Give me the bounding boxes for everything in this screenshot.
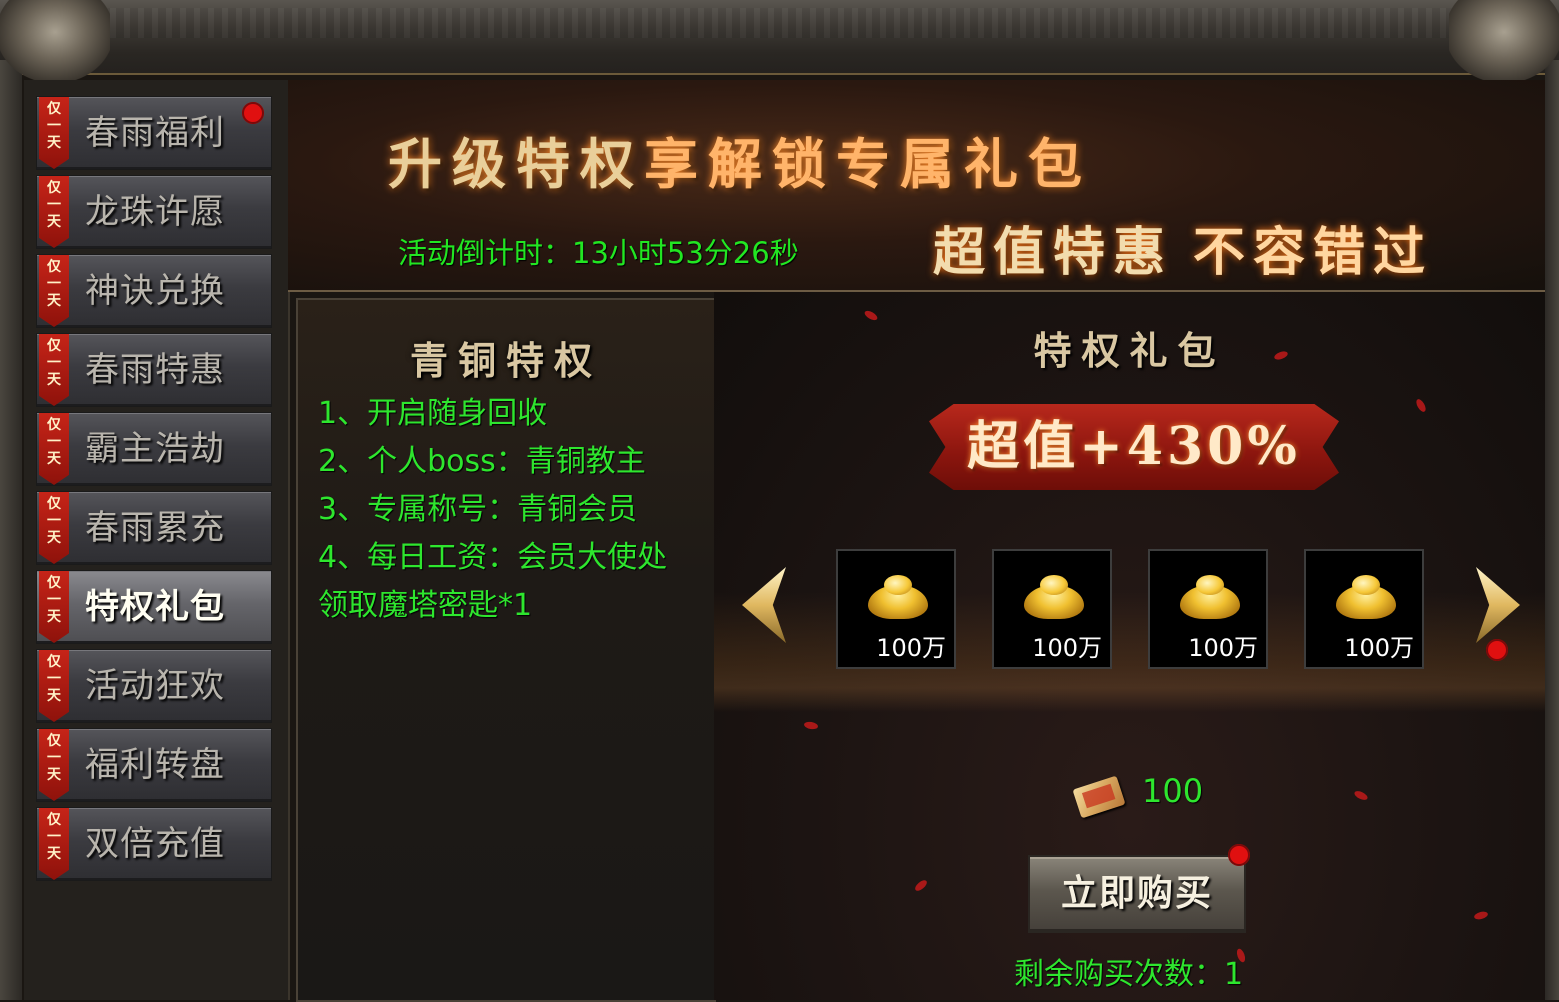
reward-amount: 100万: [1032, 634, 1102, 662]
sidebar-item-exchange[interactable]: 仅 一 天 神诀兑换: [36, 254, 272, 328]
reward-slot[interactable]: 100万: [836, 549, 956, 669]
remaining-purchases: 剩余购买次数：1: [1014, 957, 1244, 992]
sidebar-item-cumulative-recharge[interactable]: 仅 一 天 春雨累充: [36, 491, 272, 565]
reward-slot[interactable]: 100万: [1304, 549, 1424, 669]
sidebar-item-label: 神诀兑换: [85, 271, 225, 311]
one-day-only-tag: 仅 一 天: [39, 729, 69, 801]
arrow-right-icon[interactable]: [1476, 567, 1520, 643]
gold-ingot-icon: [1336, 575, 1396, 619]
banner-slogan: 超值特惠 不容错过: [933, 210, 1433, 285]
reward-slot[interactable]: 100万: [992, 549, 1112, 669]
petal-decoration: [803, 720, 819, 731]
banner-title-highlight: 享解锁专属礼包: [644, 132, 1092, 196]
banner-title-prefix: 升级特权: [388, 132, 644, 196]
sidebar-item-label: 春雨福利: [85, 113, 225, 153]
sidebar-item-label: 霸主浩劫: [85, 429, 225, 469]
reward-slot[interactable]: 100万: [1148, 549, 1268, 669]
sidebar-item-spring-welfare[interactable]: 仅 一 天 春雨福利: [36, 96, 272, 170]
sidebar-item-lucky-wheel[interactable]: 仅 一 天 福利转盘: [36, 728, 272, 802]
arrow-left-icon[interactable]: [742, 567, 786, 643]
one-day-only-tag: 仅 一 天: [39, 492, 69, 564]
reward-amount: 100万: [1188, 634, 1258, 662]
one-day-only-tag: 仅 一 天: [39, 571, 69, 643]
window-frame-left: [0, 60, 22, 1000]
perk-item: 4、每日工资：会员大使处: [318, 540, 668, 575]
one-day-only-tag: 仅 一 天: [39, 413, 69, 485]
perk-item: 3、专属称号：青铜会员: [318, 492, 638, 527]
bonus-ribbon-text: 超值+430%: [967, 416, 1301, 477]
window-frame-right: [1545, 60, 1559, 1000]
perk-item: 1、开启随身回收: [318, 396, 548, 431]
sidebar-item-spring-sale[interactable]: 仅 一 天 春雨特惠: [36, 333, 272, 407]
dragon-ornament-icon: [1449, 0, 1559, 80]
notification-dot-icon: [242, 102, 264, 124]
event-banner: 升级特权享解锁专属礼包 活动倒计时：13小时53分26秒 超值特惠 不容错过: [288, 80, 1545, 292]
gift-pack-panel: 特权礼包 超值+430% 100万 100万 100万 100万 100 立即购…: [714, 292, 1545, 1000]
sidebar-item-privilege-pack[interactable]: 仅 一 天 特权礼包: [36, 570, 272, 644]
sidebar-item-label: 春雨特惠: [85, 350, 225, 390]
sidebar-item-label: 春雨累充: [85, 508, 225, 548]
gold-ingot-icon: [1180, 575, 1240, 619]
slogan-part-a: 超值特惠: [933, 222, 1174, 283]
sidebar-item-carnival[interactable]: 仅 一 天 活动狂欢: [36, 649, 272, 723]
price-value: 100: [1142, 772, 1204, 810]
privilege-title: 青铜特权: [409, 338, 602, 383]
sidebar-item-label: 龙珠许愿: [85, 192, 225, 232]
window-frame-top: [0, 0, 1559, 75]
gift-pack-title: 特权礼包: [1033, 328, 1226, 373]
sidebar-item-label: 双倍充值: [85, 824, 225, 864]
one-day-only-tag: 仅 一 天: [39, 255, 69, 327]
sidebar-item-overlord-raid[interactable]: 仅 一 天 霸主浩劫: [36, 412, 272, 486]
banner-title: 升级特权享解锁专属礼包: [388, 120, 1092, 199]
dragon-ornament-icon: [0, 0, 110, 80]
petal-decoration: [1353, 789, 1369, 802]
one-day-only-tag: 仅 一 天: [39, 808, 69, 880]
privilege-panel: 青铜特权 1、开启随身回收 2、个人boss：青铜教主 3、专属称号：青铜会员 …: [296, 298, 716, 1002]
gold-ingot-icon: [1024, 575, 1084, 619]
sidebar-item-double-recharge[interactable]: 仅 一 天 双倍充值: [36, 807, 272, 881]
sidebar-item-label: 活动狂欢: [85, 666, 225, 706]
notification-dot-icon: [1228, 844, 1250, 866]
main-content: 升级特权享解锁专属礼包 活动倒计时：13小时53分26秒 超值特惠 不容错过 青铜…: [288, 80, 1545, 1002]
one-day-only-tag: 仅 一 天: [39, 97, 69, 169]
notification-dot-icon: [1486, 639, 1508, 661]
voucher-icon: [1072, 775, 1126, 819]
gold-ingot-icon: [868, 575, 928, 619]
buy-now-button[interactable]: 立即购买: [1028, 855, 1246, 933]
reward-amount: 100万: [876, 634, 946, 662]
perk-item: 领取魔塔密匙*1: [318, 588, 533, 623]
sidebar-item-label: 福利转盘: [85, 745, 225, 785]
one-day-only-tag: 仅 一 天: [39, 334, 69, 406]
slogan-part-b: 不容错过: [1193, 222, 1434, 283]
petal-decoration: [1473, 910, 1489, 921]
one-day-only-tag: 仅 一 天: [39, 176, 69, 248]
one-day-only-tag: 仅 一 天: [39, 650, 69, 722]
petal-decoration: [913, 878, 929, 893]
countdown-timer: 活动倒计时：13小时53分26秒: [398, 236, 799, 270]
sidebar-item-dragon-wish[interactable]: 仅 一 天 龙珠许愿: [36, 175, 272, 249]
sidebar-item-label: 特权礼包: [85, 587, 225, 627]
petal-decoration: [1414, 397, 1428, 414]
reward-amount: 100万: [1344, 634, 1414, 662]
activity-sidebar: 仅 一 天 春雨福利 仅 一 天 龙珠许愿 仅 一 天 神诀兑换 仅 一 天 春…: [24, 80, 290, 1000]
perk-item: 2、个人boss：青铜教主: [318, 444, 646, 479]
